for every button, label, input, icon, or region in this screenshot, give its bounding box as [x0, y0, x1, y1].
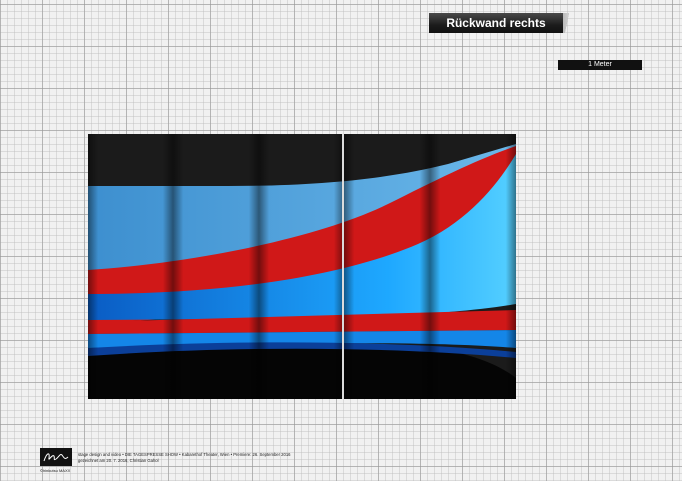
signature-logo [40, 448, 72, 466]
back-wall-graphic [88, 134, 516, 399]
footer: ©hinkutsu MAXX stage design and video • … [40, 448, 440, 478]
scale-bar-label: 1 Meter [558, 60, 642, 70]
page: { "header": { "title": "Rückwand rechts"… [0, 0, 682, 481]
back-wall-artwork [88, 134, 516, 399]
logo-caption: ©hinkutsu MAXX [40, 468, 71, 473]
footer-drawn-note: gezeichnet am 20. 7. 2016, Christian Gah… [78, 458, 159, 463]
footer-credits: stage design and video • DIE TAGESPRESSE… [78, 452, 291, 457]
page-title: Rückwand rechts [429, 13, 569, 33]
